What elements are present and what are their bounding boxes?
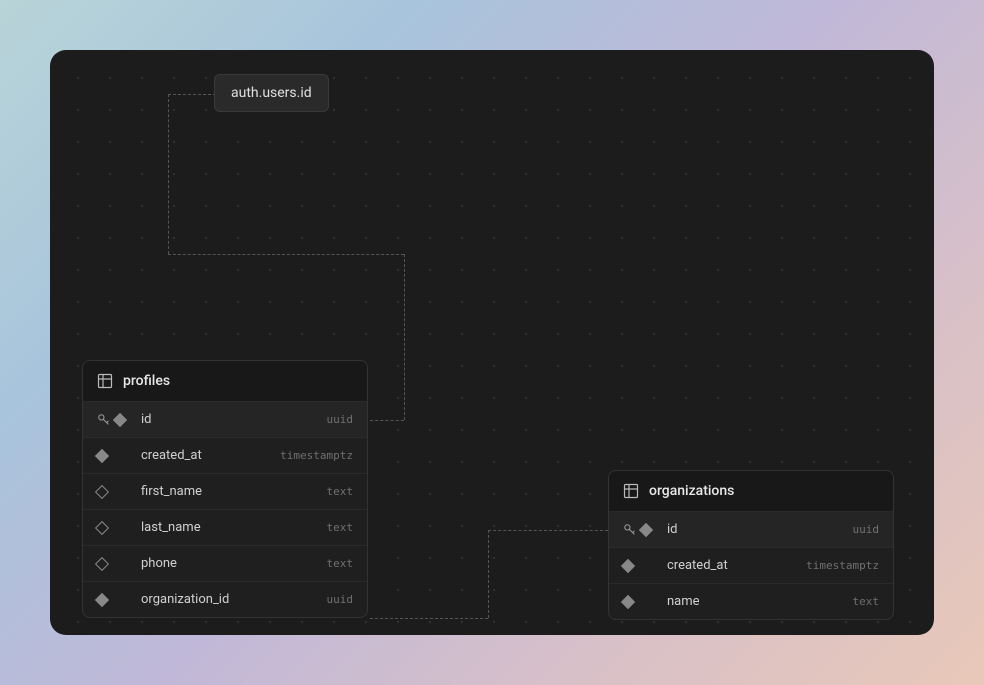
column-type: text — [853, 595, 880, 608]
diamond-icon — [639, 522, 653, 536]
diamond-icon — [621, 558, 635, 572]
connector-profiles-to-orgs — [370, 618, 488, 619]
connector-auth-to-profiles — [168, 254, 404, 255]
table-name: organizations — [649, 483, 734, 499]
column-row-phone[interactable]: phone text — [83, 545, 367, 581]
column-row-created-at[interactable]: created_at timestamptz — [83, 437, 367, 473]
column-row-first-name[interactable]: first_name text — [83, 473, 367, 509]
column-type: uuid — [327, 593, 354, 606]
column-row-id[interactable]: id uuid — [609, 511, 893, 547]
key-icon — [623, 523, 637, 537]
table-icon — [623, 483, 639, 499]
column-type: uuid — [327, 413, 354, 426]
column-type: text — [327, 485, 354, 498]
column-name: created_at — [141, 448, 272, 463]
diamond-icon — [95, 484, 109, 498]
connector-auth-to-profiles — [404, 254, 405, 420]
connector-auth-to-profiles — [168, 94, 169, 254]
reference-label: auth.users.id — [231, 85, 312, 101]
column-name: id — [667, 522, 845, 537]
column-name: name — [667, 594, 845, 609]
diamond-icon — [95, 448, 109, 462]
table-header-organizations[interactable]: organizations — [609, 471, 893, 511]
diamond-icon — [113, 412, 127, 426]
diamond-icon — [95, 592, 109, 606]
schema-canvas[interactable]: auth.users.id profiles id uuid created_a… — [50, 50, 934, 635]
diamond-icon — [95, 556, 109, 570]
column-name: phone — [141, 556, 319, 571]
foreign-key-reference-badge[interactable]: auth.users.id — [214, 74, 329, 112]
column-row-created-at[interactable]: created_at timestamptz — [609, 547, 893, 583]
table-name: profiles — [123, 373, 170, 389]
column-type: timestamptz — [280, 449, 353, 462]
column-name: last_name — [141, 520, 319, 535]
column-row-name[interactable]: name text — [609, 583, 893, 619]
column-name: created_at — [667, 558, 798, 573]
connector-profiles-to-orgs — [488, 530, 489, 618]
column-name: first_name — [141, 484, 319, 499]
column-row-last-name[interactable]: last_name text — [83, 509, 367, 545]
table-header-profiles[interactable]: profiles — [83, 361, 367, 401]
column-type: text — [327, 557, 354, 570]
connector-auth-to-profiles — [168, 94, 216, 95]
table-icon — [97, 373, 113, 389]
diamond-icon — [621, 594, 635, 608]
column-type: text — [327, 521, 354, 534]
column-row-id[interactable]: id uuid — [83, 401, 367, 437]
connector-auth-to-profiles — [370, 420, 404, 421]
column-type: timestamptz — [806, 559, 879, 572]
diamond-icon — [95, 520, 109, 534]
column-name: organization_id — [141, 592, 319, 607]
table-profiles[interactable]: profiles id uuid created_at timestamptz … — [82, 360, 368, 618]
connector-profiles-to-orgs — [488, 530, 608, 531]
column-name: id — [141, 412, 319, 427]
column-type: uuid — [853, 523, 880, 536]
table-organizations[interactable]: organizations id uuid created_at timesta… — [608, 470, 894, 620]
key-icon — [97, 413, 111, 427]
column-row-organization-id[interactable]: organization_id uuid — [83, 581, 367, 617]
